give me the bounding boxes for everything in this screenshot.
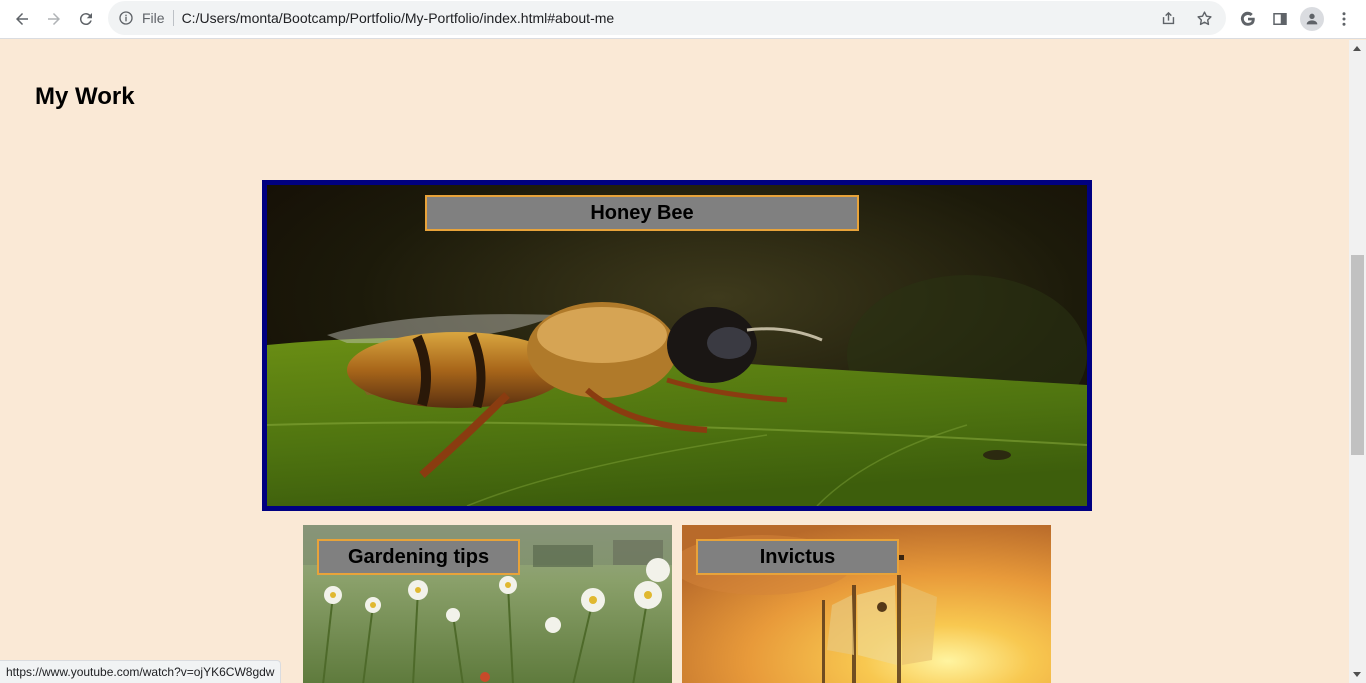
- person-icon: [1306, 13, 1318, 25]
- share-button[interactable]: [1152, 2, 1184, 34]
- profile-button[interactable]: [1296, 3, 1328, 35]
- forward-button[interactable]: [38, 3, 70, 35]
- project-title: Gardening tips: [317, 539, 520, 575]
- scheme-chip: File: [142, 10, 174, 26]
- vertical-scrollbar[interactable]: [1349, 40, 1366, 683]
- bee-on-leaf-photo: [267, 185, 1087, 506]
- avatar: [1300, 7, 1324, 31]
- side-panel-icon: [1273, 13, 1287, 25]
- project-title: Invictus: [696, 539, 899, 575]
- reload-icon: [79, 13, 92, 26]
- page-content: My Work Honey Bee Gardening tips Invictu…: [0, 40, 1349, 683]
- menu-button[interactable]: [1328, 3, 1360, 35]
- browser-toolbar: File C:/Users/monta/Bootcamp/Portfolio/M…: [0, 0, 1366, 39]
- address-bar[interactable]: File C:/Users/monta/Bootcamp/Portfolio/M…: [108, 1, 1226, 35]
- bookmark-button[interactable]: [1188, 2, 1220, 34]
- scroll-down-arrow-icon[interactable]: [1353, 672, 1361, 677]
- project-card-gardening-tips[interactable]: Gardening tips: [303, 525, 672, 683]
- google-extension-button[interactable]: [1232, 3, 1264, 35]
- more-vertical-icon: [1342, 12, 1346, 26]
- arrow-right-icon: [48, 13, 60, 25]
- link-status-bubble: https://www.youtube.com/watch?v=ojYK6CW8…: [0, 660, 282, 683]
- project-card-invictus[interactable]: Invictus: [682, 525, 1051, 683]
- project-card-honey-bee[interactable]: Honey Bee: [262, 180, 1092, 511]
- info-icon[interactable]: [118, 10, 134, 26]
- scrollbar-thumb[interactable]: [1351, 255, 1364, 455]
- url-text[interactable]: C:/Users/monta/Bootcamp/Portfolio/My-Por…: [182, 10, 615, 26]
- arrow-left-icon: [16, 13, 28, 25]
- star-icon: [1196, 10, 1212, 25]
- share-icon: [1162, 11, 1174, 24]
- section-title: My Work: [35, 83, 135, 110]
- reload-button[interactable]: [70, 3, 102, 35]
- back-button[interactable]: [6, 3, 38, 35]
- scroll-up-arrow-icon[interactable]: [1353, 46, 1361, 51]
- google-icon: [1240, 11, 1255, 26]
- side-panel-button[interactable]: [1264, 3, 1296, 35]
- project-title: Honey Bee: [425, 195, 859, 231]
